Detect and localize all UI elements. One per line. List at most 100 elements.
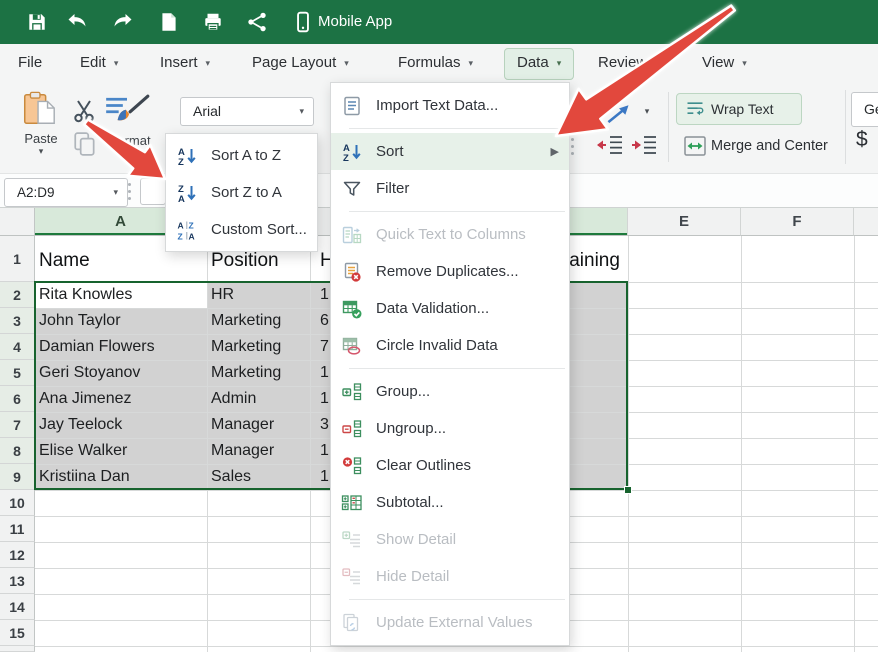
paste-icon[interactable]: [20, 90, 58, 128]
new-document-icon[interactable]: [158, 11, 180, 33]
cell-c3-clipped[interactable]: 6: [320, 308, 329, 334]
wrap-text-button[interactable]: Wrap Text: [676, 93, 802, 125]
data-menu-item-data-validation[interactable]: Data Validation...: [331, 290, 569, 327]
save-icon[interactable]: [26, 11, 48, 33]
data-menu-item-circle-invalid-data[interactable]: Circle Invalid Data: [331, 327, 569, 364]
menu-item-label: Sort: [376, 143, 404, 160]
cell-a6[interactable]: Ana Jimenez: [39, 386, 132, 412]
name-box-caret[interactable]: ▾: [113, 179, 118, 206]
menu-formulas[interactable]: Formulas▾: [398, 48, 473, 78]
cell-a8[interactable]: Elise Walker: [39, 438, 127, 464]
row-header-15[interactable]: 15: [0, 620, 35, 646]
cell-a2[interactable]: Rita Knowles: [39, 282, 132, 308]
cell-a4[interactable]: Damian Flowers: [39, 334, 155, 360]
cell-c9-clipped[interactable]: 1: [320, 464, 329, 490]
cell-a1[interactable]: Name: [39, 240, 90, 282]
cell-c8-clipped[interactable]: 1: [320, 438, 329, 464]
menu-view[interactable]: View▾: [702, 48, 747, 78]
row-header-6[interactable]: 6: [0, 386, 35, 412]
row-header-13[interactable]: 13: [0, 568, 35, 594]
cell-b9[interactable]: Sales: [211, 464, 251, 490]
menu-file[interactable]: File: [18, 48, 42, 78]
menu-page-layout[interactable]: Page Layout▾: [252, 48, 349, 78]
format-painter-icon[interactable]: [102, 92, 152, 126]
format-painter-label[interactable]: Format: [98, 133, 162, 148]
undo-icon[interactable]: [66, 11, 88, 33]
cell-b5[interactable]: Marketing: [211, 360, 281, 386]
column-header-f[interactable]: F: [741, 208, 854, 236]
menu-review[interactable]: Review▾: [598, 48, 660, 78]
cell-c5-clipped[interactable]: 1: [320, 360, 329, 386]
increase-indent-icon[interactable]: [629, 132, 659, 158]
row-header-5[interactable]: 5: [0, 360, 35, 386]
merge-center-label[interactable]: Merge and Center: [711, 134, 828, 158]
data-menu-item-filter[interactable]: Filter: [331, 170, 569, 207]
chevron-down-icon[interactable]: ▾: [299, 98, 304, 125]
cell-a9[interactable]: Kristiina Dan: [39, 464, 130, 490]
data-menu-item-ungroup[interactable]: Ungroup...: [331, 410, 569, 447]
data-menu-item-import-text-data[interactable]: Import Text Data...: [331, 87, 569, 124]
row-header-2[interactable]: 2: [0, 282, 35, 308]
cell-b2[interactable]: HR: [211, 282, 234, 308]
paste-button-label[interactable]: Paste: [10, 131, 72, 146]
formula-bar-splitter[interactable]: [128, 183, 132, 204]
share-icon[interactable]: [246, 11, 268, 33]
submenu-item-sort-z-to-a[interactable]: ZASort Z to A: [166, 174, 317, 211]
menu-item-label: Group...: [376, 383, 430, 400]
row-header-12[interactable]: 12: [0, 542, 35, 568]
decrease-indent-icon[interactable]: [595, 132, 625, 158]
menu-data[interactable]: Data▾: [504, 48, 574, 80]
mobile-app-label[interactable]: Mobile App: [318, 0, 392, 44]
merge-center-icon[interactable]: [683, 134, 707, 158]
copy-icon[interactable]: [72, 131, 98, 153]
submenu-item-sort-a-to-z[interactable]: AZSort A to Z: [166, 137, 317, 174]
row-header-16-partial[interactable]: [0, 646, 35, 652]
cell-b8[interactable]: Manager: [211, 438, 274, 464]
cut-icon[interactable]: [70, 97, 98, 123]
print-icon[interactable]: [202, 11, 224, 33]
column-header-e[interactable]: E: [628, 208, 741, 236]
orientation-caret[interactable]: ▾: [640, 106, 654, 117]
paste-dropdown-caret[interactable]: ▾: [10, 146, 72, 157]
cell-c7-clipped[interactable]: 3: [320, 412, 329, 438]
menu-edit[interactable]: Edit▾: [80, 48, 118, 78]
data-menu-item-clear-outlines[interactable]: Clear Outlines: [331, 447, 569, 484]
row-header-1[interactable]: 1: [0, 236, 35, 282]
cell-c2-clipped[interactable]: 1: [320, 282, 329, 308]
text-orientation-icon[interactable]: [601, 101, 637, 123]
column-header-g[interactable]: [854, 208, 878, 236]
row-header-3[interactable]: 3: [0, 308, 35, 334]
cell-c4-clipped[interactable]: 7: [320, 334, 329, 360]
cell-a7[interactable]: Jay Teelock: [39, 412, 122, 438]
selection-fill-handle[interactable]: [624, 486, 632, 494]
row-header-11[interactable]: 11: [0, 516, 35, 542]
data-menu-item-subtotal[interactable]: Subtotal...: [331, 484, 569, 521]
number-format-combo[interactable]: Ge: [851, 92, 878, 127]
name-box[interactable]: A2:D9 ▾: [4, 178, 128, 207]
data-menu-item-group[interactable]: Group...: [331, 373, 569, 410]
formula-input[interactable]: [140, 178, 166, 205]
toolbar-group-handle[interactable]: [571, 138, 575, 159]
data-menu-item-remove-duplicates[interactable]: Remove Duplicates...: [331, 253, 569, 290]
cell-a3[interactable]: John Taylor: [39, 308, 121, 334]
cell-b6[interactable]: Admin: [211, 386, 256, 412]
mobile-phone-icon[interactable]: [292, 11, 314, 33]
currency-format-button[interactable]: $: [856, 128, 878, 160]
cell-b4[interactable]: Marketing: [211, 334, 281, 360]
select-all-corner[interactable]: [0, 208, 35, 236]
submenu-item-custom-sort[interactable]: AZZACustom Sort...: [166, 211, 317, 248]
row-header-7[interactable]: 7: [0, 412, 35, 438]
cell-b3[interactable]: Marketing: [211, 308, 281, 334]
cell-c6-clipped[interactable]: 1: [320, 386, 329, 412]
cell-b7[interactable]: Manager: [211, 412, 274, 438]
font-name-combo[interactable]: Arial ▾: [180, 97, 314, 126]
cell-a5[interactable]: Geri Stoyanov: [39, 360, 140, 386]
data-menu-item-sort[interactable]: AZSort▶: [331, 133, 569, 170]
row-header-14[interactable]: 14: [0, 594, 35, 620]
row-header-10[interactable]: 10: [0, 490, 35, 516]
row-header-9[interactable]: 9: [0, 464, 35, 490]
redo-icon[interactable]: [112, 11, 134, 33]
row-header-8[interactable]: 8: [0, 438, 35, 464]
row-header-4[interactable]: 4: [0, 334, 35, 360]
menu-insert[interactable]: Insert▾: [160, 48, 210, 78]
